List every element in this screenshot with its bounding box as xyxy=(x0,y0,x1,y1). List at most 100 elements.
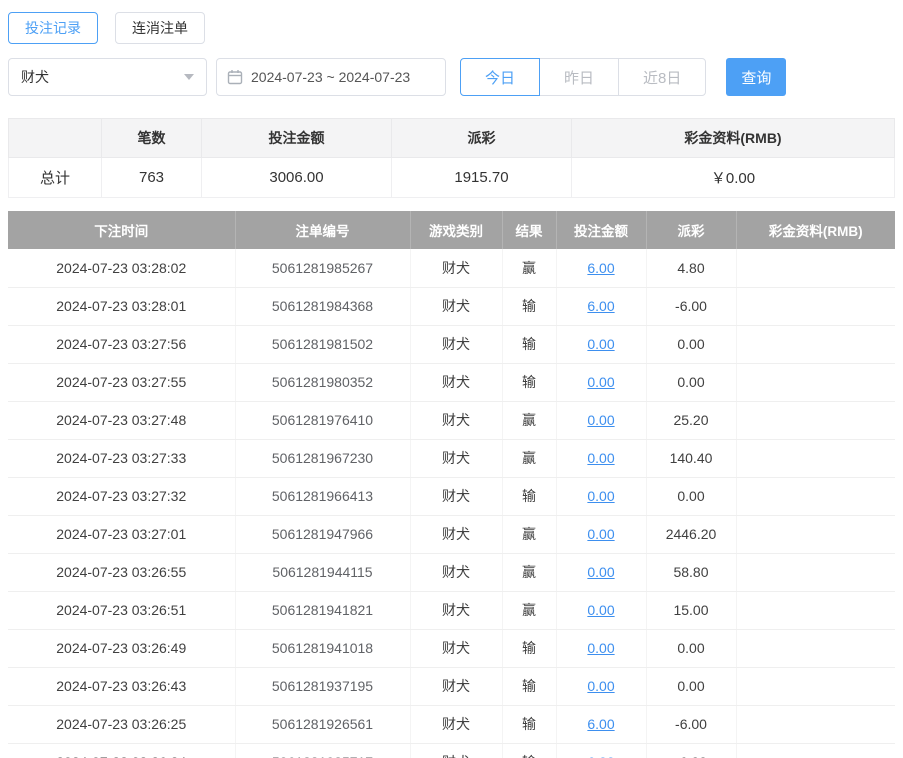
table-row: 2024-07-23 03:26:49 5061281941018 财犬输 0.00 0… xyxy=(8,629,895,668)
cell-payout: 140.40 xyxy=(646,439,737,478)
cell-order-id: 5061281944115 xyxy=(235,553,411,592)
bet-amount-link[interactable]: 6.00 xyxy=(587,716,614,732)
table-row: 2024-07-23 03:27:55 5061281980352 财犬输 0.00 0… xyxy=(8,363,895,402)
bet-amount-link[interactable]: 0.00 xyxy=(587,526,614,542)
cell-payout: 0.00 xyxy=(646,629,737,668)
cell-bet-time: 2024-07-23 03:27:56 xyxy=(8,325,236,364)
bet-amount-link[interactable]: 0.00 xyxy=(587,602,614,618)
header-bonus: 彩金资料(RMB) xyxy=(736,211,895,249)
bet-amount-link[interactable]: 0.00 xyxy=(587,640,614,656)
header-game-type: 游戏类别 xyxy=(410,211,503,249)
cell-bet-amount: 0.00 xyxy=(556,439,647,478)
cell-bet-time: 2024-07-23 03:26:24 xyxy=(8,743,236,758)
cell-bet-time: 2024-07-23 03:26:25 xyxy=(8,705,236,744)
cell-bonus xyxy=(736,553,895,592)
cell-game-type: 财犬 xyxy=(410,705,503,744)
cell-payout: 58.80 xyxy=(646,553,737,592)
cell-bet-time: 2024-07-23 03:27:01 xyxy=(8,515,236,554)
bet-amount-link[interactable]: 0.00 xyxy=(587,488,614,504)
tab-betting-records[interactable]: 投注记录 xyxy=(8,12,98,44)
cell-result: 赢 xyxy=(502,515,557,554)
cell-bet-time: 2024-07-23 03:26:43 xyxy=(8,667,236,706)
summary-total-row: 总计 763 3006.00 1915.70 ￥0.00 xyxy=(8,157,895,198)
cell-game-type: 财犬 xyxy=(410,667,503,706)
cell-bet-time: 2024-07-23 03:26:55 xyxy=(8,553,236,592)
cell-result: 输 xyxy=(502,477,557,516)
cell-bet-amount: 6.00 xyxy=(556,705,647,744)
bet-amount-link[interactable]: 0.00 xyxy=(587,374,614,390)
bet-amount-link[interactable]: 6.00 xyxy=(587,260,614,276)
cell-bet-time: 2024-07-23 03:26:51 xyxy=(8,591,236,630)
tab-cancelled-orders[interactable]: 连消注单 xyxy=(115,12,205,44)
chevron-down-icon xyxy=(184,74,194,80)
bet-amount-link[interactable]: 6.00 xyxy=(587,754,614,758)
cell-bet-time: 2024-07-23 03:28:01 xyxy=(8,287,236,326)
cell-bet-time: 2024-07-23 03:27:33 xyxy=(8,439,236,478)
summary-header-row: 笔数 投注金额 派彩 彩金资料(RMB) xyxy=(8,118,895,158)
cell-game-type: 财犬 xyxy=(410,515,503,554)
today-button[interactable]: 今日 xyxy=(460,58,541,96)
cell-bet-amount: 0.00 xyxy=(556,591,647,630)
cell-order-id: 5061281967230 xyxy=(235,439,411,478)
bet-table-body: 2024-07-23 03:28:02 5061281985267 财犬赢 6.00 4… xyxy=(8,249,895,758)
table-row: 2024-07-23 03:27:32 5061281966413 财犬输 0.00 0… xyxy=(8,477,895,516)
bet-amount-link[interactable]: 6.00 xyxy=(587,298,614,314)
cell-bonus xyxy=(736,629,895,668)
search-button[interactable]: 查询 xyxy=(726,58,787,96)
table-row: 2024-07-23 03:26:245061281925717财犬输 6.00 -… xyxy=(8,743,895,758)
cell-bet-amount: 0.00 xyxy=(556,553,647,592)
cell-bet-time: 2024-07-23 03:27:55 xyxy=(8,363,236,402)
cell-bonus xyxy=(736,477,895,516)
cell-payout: 0.00 xyxy=(646,477,737,516)
date-range-input[interactable]: 2024-07-23 ~ 2024-07-23 xyxy=(216,58,446,96)
cell-game-type: 财犬 xyxy=(410,629,503,668)
summary-total-payout: 1915.70 xyxy=(391,157,572,198)
cell-payout: 2446.20 xyxy=(646,515,737,554)
summary-total-label: 总计 xyxy=(8,157,102,198)
table-row: 2024-07-23 03:27:01 5061281947966 财犬赢 0.00 2… xyxy=(8,515,895,554)
cell-bet-amount: 0.00 xyxy=(556,629,647,668)
bet-amount-link[interactable]: 0.00 xyxy=(587,412,614,428)
header-bet-amount: 投注金额 xyxy=(556,211,647,249)
filter-bar: 财犬 2024-07-23 ~ 2024-07-23 今日 昨日 近8日 查询 xyxy=(8,58,895,96)
cell-result: 赢 xyxy=(502,439,557,478)
bet-amount-link[interactable]: 0.00 xyxy=(587,336,614,352)
cell-order-id: 5061281947966 xyxy=(235,515,411,554)
bet-amount-link[interactable]: 0.00 xyxy=(587,450,614,466)
summary-total-count: 763 xyxy=(101,157,202,198)
table-row: 2024-07-23 03:27:33 5061281967230 财犬赢 0.00 1… xyxy=(8,439,895,478)
cell-bet-time: 2024-07-23 03:28:02 xyxy=(8,249,236,288)
cell-result: 输 xyxy=(502,629,557,668)
top-tabs: 投注记录 连消注单 xyxy=(8,12,895,44)
last-8-days-button[interactable]: 近8日 xyxy=(618,58,707,96)
cell-bet-amount: 0.00 xyxy=(556,325,647,364)
cell-result: 输 xyxy=(502,363,557,402)
cell-result: 赢 xyxy=(502,401,557,440)
cell-payout: 0.00 xyxy=(646,363,737,402)
cell-bonus xyxy=(736,743,895,758)
cell-bonus xyxy=(736,667,895,706)
game-select[interactable]: 财犬 xyxy=(8,58,207,96)
cell-bet-amount: 6.00 xyxy=(556,743,647,758)
table-row: 2024-07-23 03:26:51 5061281941821 财犬赢 0.00 1… xyxy=(8,591,895,630)
cell-bet-amount: 0.00 xyxy=(556,363,647,402)
bet-amount-link[interactable]: 0.00 xyxy=(587,564,614,580)
cell-order-id: 5061281941821 xyxy=(235,591,411,630)
cell-bet-amount: 0.00 xyxy=(556,401,647,440)
bet-records-table: 下注时间 注单编号 游戏类别 结果 投注金额 派彩 彩金资料(RMB) 2024… xyxy=(8,211,895,758)
table-row: 2024-07-23 03:28:02 5061281985267 财犬赢 6.00 4… xyxy=(8,249,895,288)
cell-order-id: 5061281985267 xyxy=(235,249,411,288)
date-range-value: 2024-07-23 ~ 2024-07-23 xyxy=(251,69,411,85)
cell-payout: 15.00 xyxy=(646,591,737,630)
summary-total-bet: 3006.00 xyxy=(201,157,392,198)
cell-bet-amount: 6.00 xyxy=(556,249,647,288)
cell-bonus xyxy=(736,705,895,744)
table-row: 2024-07-23 03:27:48 5061281976410 财犬赢 0.00 2… xyxy=(8,401,895,440)
cell-order-id: 5061281941018 xyxy=(235,629,411,668)
bet-amount-link[interactable]: 0.00 xyxy=(587,678,614,694)
date-quick-buttons: 今日 昨日 近8日 xyxy=(460,58,707,96)
yesterday-button[interactable]: 昨日 xyxy=(539,58,620,96)
cell-game-type: 财犬 xyxy=(410,553,503,592)
cell-bet-time: 2024-07-23 03:27:48 xyxy=(8,401,236,440)
summary-header-bet: 投注金额 xyxy=(201,118,392,158)
